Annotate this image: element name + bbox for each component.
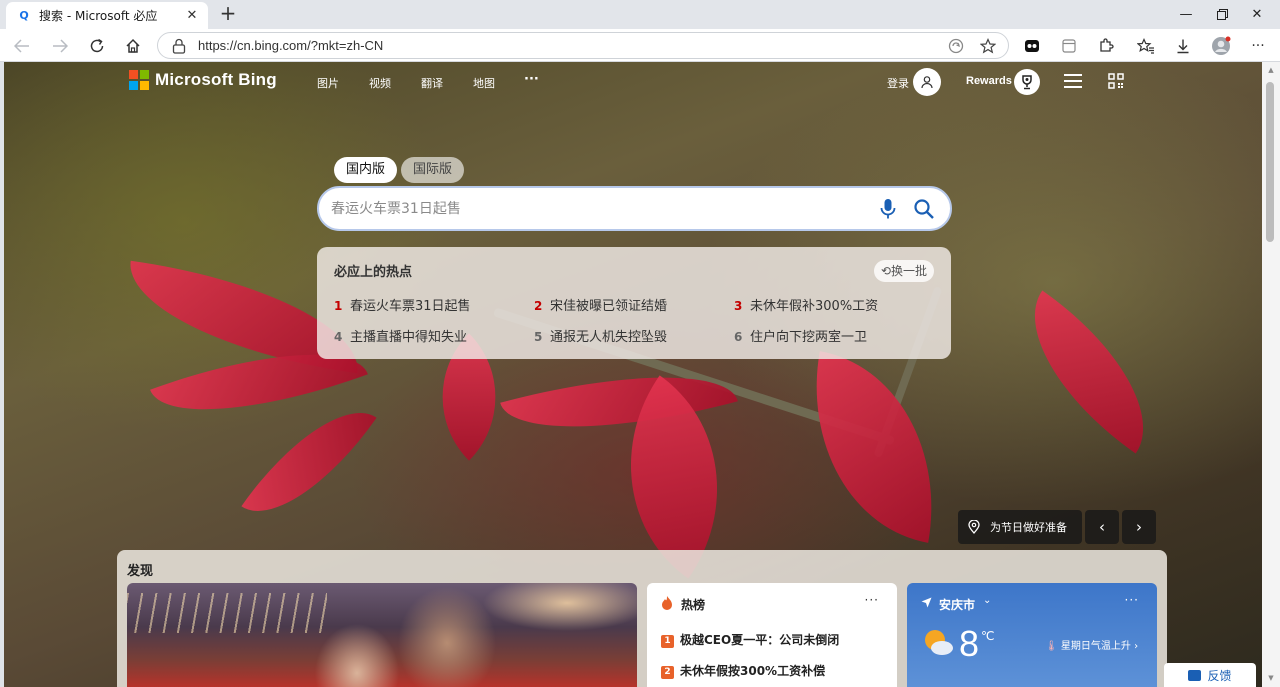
- trending-item[interactable]: 2 未休年假按300%工资补偿: [661, 662, 825, 679]
- url-text[interactable]: https://cn.bing.com/?mkt=zh-CN: [198, 38, 383, 53]
- scope-domestic-tab[interactable]: 国内版: [334, 157, 398, 183]
- thermometer-icon: 🌡: [1045, 641, 1058, 652]
- back-button[interactable]: [9, 33, 35, 59]
- weather-tip[interactable]: 🌡 星期日气温上升 ›: [1045, 637, 1138, 652]
- hot-topics-title: 必应上的热点: [334, 265, 413, 280]
- hot-item[interactable]: 2 宋佳被曝已领证结婚: [534, 295, 667, 314]
- scope-international-tab[interactable]: 国际版: [401, 157, 465, 183]
- nav-translate[interactable]: 翻译: [421, 75, 443, 91]
- partly-cloudy-icon: [925, 630, 953, 655]
- flame-icon: [662, 596, 672, 610]
- microphone-icon[interactable]: [879, 198, 897, 220]
- read-aloud-icon[interactable]: [947, 37, 965, 55]
- rewards-trophy-icon[interactable]: [1014, 69, 1040, 95]
- location-arrow-icon: [921, 597, 932, 608]
- extension-icon[interactable]: [1020, 34, 1044, 58]
- home-icon: [126, 38, 140, 53]
- image-caption-text: 为节日做好准备: [990, 521, 1067, 534]
- brand-name: Microsoft Bing: [155, 70, 277, 89]
- tab-bar: Q 搜索 - Microsoft 必应 ✕ + — ✕: [0, 0, 1280, 29]
- image-caption-button[interactable]: 为节日做好准备: [958, 510, 1082, 544]
- trending-title: 热榜: [681, 598, 706, 612]
- chevron-right-icon: ›: [1136, 518, 1142, 536]
- chevron-down-icon[interactable]: ⌄: [983, 595, 991, 606]
- search-input[interactable]: [331, 199, 851, 219]
- background-leaf: [996, 290, 1182, 454]
- search-icon[interactable]: [913, 198, 935, 220]
- discover-title: 发现: [127, 564, 154, 579]
- news-image-card[interactable]: [127, 583, 637, 687]
- profile-avatar-icon[interactable]: [1209, 34, 1233, 58]
- news-image-decor: [127, 593, 327, 633]
- tab-title: 搜索 - Microsoft 必应: [39, 9, 158, 23]
- arrow-left-icon: [14, 39, 29, 53]
- bing-search-favicon-icon: Q: [19, 9, 29, 22]
- browser-tab-active[interactable]: Q 搜索 - Microsoft 必应 ✕: [6, 2, 208, 29]
- trending-card: 热榜 ··· 1 极越CEO夏一平：公司未倒闭 2 未休年假按300%工资补偿: [647, 583, 897, 687]
- weather-card[interactable]: 安庆市 ⌄ ··· 8 ℃ 🌡 星期日气温上升 ›: [907, 583, 1157, 687]
- address-toolbar: https://cn.bing.com/?mkt=zh-CN ···: [0, 29, 1280, 62]
- scroll-down-arrow-icon[interactable]: ▼: [1266, 674, 1276, 682]
- discover-feed: 发现 热榜 ··· 1 极越CEO夏一平：公司未倒闭 2 未休年假按300%工资补偿…: [117, 550, 1167, 687]
- forward-button[interactable]: [47, 33, 73, 59]
- user-avatar-icon[interactable]: [913, 68, 941, 96]
- restore-icon: [1216, 9, 1228, 20]
- nav-more[interactable]: ···: [524, 72, 539, 87]
- hot-item[interactable]: 1 春运火车票31日起售: [334, 295, 471, 314]
- refresh-hot-button[interactable]: ⟲换一批: [873, 260, 934, 282]
- microsoft-logo-icon: [129, 70, 149, 90]
- hot-item[interactable]: 4 主播直播中得知失业: [334, 326, 467, 345]
- weather-city[interactable]: 安庆市: [939, 596, 975, 613]
- refresh-icon: [90, 38, 104, 53]
- bing-logo[interactable]: Microsoft Bing: [129, 70, 277, 90]
- new-tab-button[interactable]: +: [218, 3, 238, 24]
- tab-close-icon[interactable]: ✕: [184, 8, 200, 23]
- lock-icon[interactable]: [172, 38, 186, 54]
- login-link[interactable]: 登录: [887, 75, 909, 91]
- arrow-right-icon: [53, 39, 68, 53]
- close-window-button[interactable]: ✕: [1234, 0, 1280, 29]
- feedback-icon: [1188, 669, 1202, 681]
- search-box[interactable]: [317, 186, 952, 231]
- weather-more-button[interactable]: ···: [1125, 593, 1139, 607]
- hot-item[interactable]: 3 未休年假补300%工资: [734, 295, 878, 314]
- prev-image-button[interactable]: ‹: [1085, 510, 1119, 544]
- nav-maps[interactable]: 地图: [473, 75, 495, 91]
- bing-homepage: Microsoft Bing 图片 视频 翻译 地图 ··· 登录 Reward…: [4, 62, 1262, 687]
- scroll-up-arrow-icon[interactable]: ▲: [1266, 66, 1276, 74]
- trending-item[interactable]: 1 极越CEO夏一平：公司未倒闭: [661, 631, 839, 648]
- split-screen-icon[interactable]: [1057, 34, 1081, 58]
- trending-more-button[interactable]: ···: [865, 593, 879, 607]
- background-leaf: [241, 383, 377, 541]
- background-leaf: [790, 351, 958, 543]
- menu-hamburger-icon[interactable]: [1064, 74, 1082, 88]
- feedback-button[interactable]: 反馈: [1164, 663, 1256, 687]
- hot-topics-panel: 必应上的热点 ⟲换一批 1 春运火车票31日起售 2 宋佳被曝已领证结婚 3 未休年假…: [317, 247, 951, 359]
- refresh-icon: ⟲: [880, 264, 891, 278]
- refresh-button[interactable]: [84, 33, 110, 59]
- hot-item[interactable]: 5 通报无人机失控坠毁: [534, 326, 667, 345]
- page-scrollbar[interactable]: ▲ ▼: [1262, 62, 1280, 687]
- favorite-star-icon[interactable]: [979, 37, 997, 55]
- nav-images[interactable]: 图片: [317, 75, 339, 91]
- address-bar[interactable]: https://cn.bing.com/?mkt=zh-CN: [157, 32, 1009, 59]
- downloads-icon[interactable]: [1171, 34, 1195, 58]
- home-button[interactable]: [120, 33, 146, 59]
- chevron-left-icon: ‹: [1099, 518, 1105, 536]
- favorites-icon[interactable]: [1134, 34, 1158, 58]
- chevron-right-icon: ›: [1134, 641, 1139, 652]
- weather-unit: ℃: [981, 629, 995, 643]
- scrollbar-thumb[interactable]: [1266, 82, 1274, 242]
- nav-videos[interactable]: 视频: [369, 75, 391, 91]
- rewards-link[interactable]: Rewards: [966, 75, 1012, 87]
- settings-more-icon[interactable]: ···: [1246, 34, 1270, 58]
- next-image-button[interactable]: ›: [1122, 510, 1156, 544]
- extensions-puzzle-icon[interactable]: [1094, 34, 1118, 58]
- qr-code-icon[interactable]: [1108, 73, 1124, 89]
- weather-temperature: 8: [959, 623, 980, 664]
- hot-item[interactable]: 6 住户向下挖两室一卫: [734, 326, 867, 345]
- location-pin-icon: [968, 520, 980, 534]
